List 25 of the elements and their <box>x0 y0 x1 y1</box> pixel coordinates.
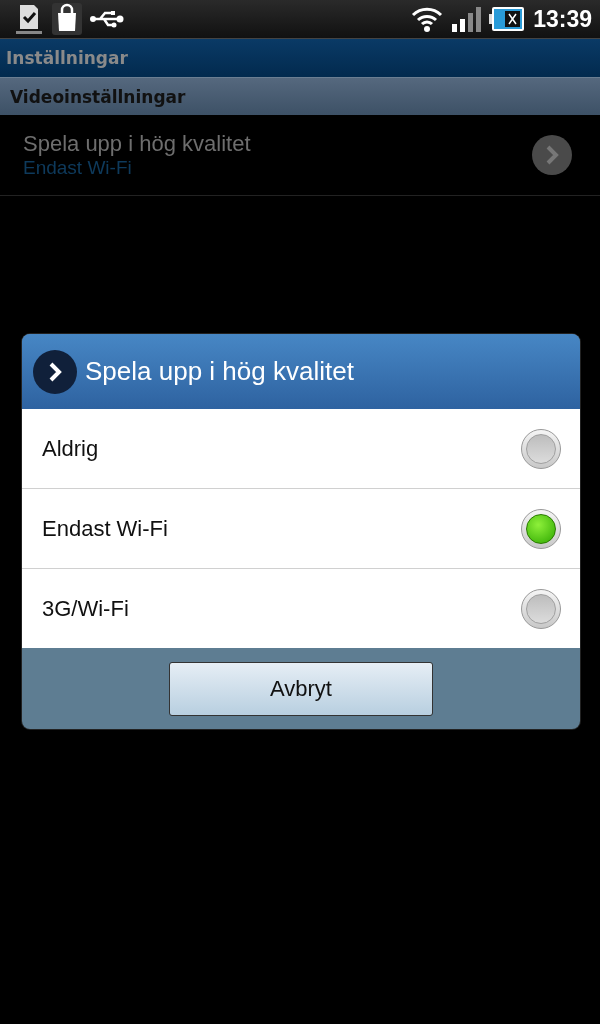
radio-button[interactable] <box>521 588 561 629</box>
clock: 13:39 <box>533 5 592 33</box>
chevron-circle-icon <box>33 349 77 394</box>
shopping-bag-icon <box>52 3 82 35</box>
chevron-right-icon <box>545 144 559 166</box>
option-label: 3G/Wi-Fi <box>42 595 130 622</box>
radio-button[interactable] <box>521 428 561 469</box>
chevron-button[interactable] <box>532 135 572 175</box>
option-label: Aldrig <box>42 435 100 462</box>
dialog-title: Spela upp i hög kvalitet <box>85 356 354 387</box>
option-label: Endast Wi-Fi <box>42 515 169 542</box>
setting-title: Spela upp i hög kvalitet <box>23 131 252 157</box>
battery-icon <box>489 6 526 32</box>
download-done-icon <box>14 3 44 35</box>
wifi-icon <box>411 6 444 32</box>
section-header: Videoinställningar <box>10 86 186 107</box>
option-row[interactable]: Aldrig <box>22 409 580 489</box>
radio-button[interactable] <box>521 508 561 549</box>
option-row[interactable]: Endast Wi-Fi <box>22 489 580 569</box>
usb-icon <box>90 9 124 29</box>
app-title: Inställningar <box>6 48 128 68</box>
option-row[interactable]: 3G/Wi-Fi <box>22 569 580 648</box>
setting-value: Endast Wi-Fi <box>23 157 133 179</box>
signal-icon <box>451 6 482 32</box>
cancel-button[interactable]: Avbryt <box>169 661 433 716</box>
